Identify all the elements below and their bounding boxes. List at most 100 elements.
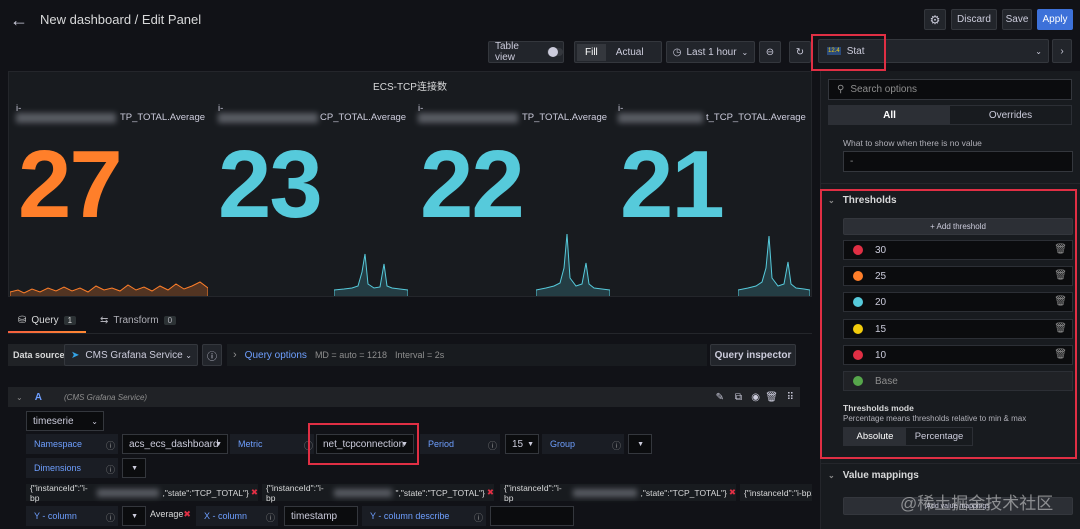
threshold-color-base[interactable]	[853, 376, 863, 386]
tab-transform[interactable]: ⇆ Transform 0	[100, 315, 177, 326]
threshold-row-4[interactable]: 15 🗑	[843, 319, 1073, 339]
apply-button[interactable]: Apply	[1037, 9, 1073, 30]
add-threshold-button[interactable]: + Add threshold	[843, 218, 1073, 235]
back-arrow-icon[interactable]: ←	[10, 10, 28, 30]
ycolumn-help-icon[interactable]: ⓘ	[106, 511, 115, 524]
edit-icon[interactable]: ✎	[716, 392, 724, 403]
zoom-out-icon[interactable]: ⊖	[759, 41, 781, 63]
remove-chip-icon[interactable]: ✖	[487, 487, 494, 498]
chevron-down-icon: ⌄	[1035, 46, 1042, 56]
caret-down-icon: ▼	[527, 440, 534, 448]
xcolumn-help-icon[interactable]: ⓘ	[266, 511, 275, 524]
threshold-color-4[interactable]	[853, 324, 863, 334]
visualization-picker[interactable]: 12.4 Stat ⌄	[818, 39, 1049, 63]
trash-icon[interactable]: 🗑	[1054, 349, 1067, 360]
settings-gear-icon[interactable]: ⚙	[924, 9, 946, 30]
period-value: 15	[512, 438, 524, 450]
time-picker-button[interactable]: ◷ Last 1 hour ⌄	[666, 41, 755, 63]
query-inspector-button[interactable]: Query inspector	[710, 344, 796, 366]
database-icon: ⛁	[18, 315, 27, 326]
query-a-header[interactable]: ⌄ A (CMS Grafana Service) ✎ ⧉ ◉ 🗑 ⠿	[8, 387, 800, 407]
dimension-chip-4[interactable]: {"instanceId":"i-bp1	[740, 484, 812, 501]
threshold-color-3[interactable]	[853, 297, 863, 307]
tab-query[interactable]: ⛁ Query 1	[18, 315, 77, 326]
sparkline-2	[334, 253, 408, 296]
thresholds-header[interactable]: ⌄ Thresholds	[828, 195, 897, 206]
no-value-label: What to show when there is no value	[843, 138, 982, 148]
chip-2-end: ","state":"TCP_TOTAL"}	[395, 487, 485, 498]
tab-all[interactable]: All	[829, 106, 950, 124]
table-view-toggle[interactable]: Table view	[488, 41, 564, 63]
tab-overrides[interactable]: Overrides	[950, 106, 1071, 124]
threshold-row-1[interactable]: 30 🗑	[843, 240, 1073, 260]
eye-icon[interactable]: ◉	[751, 392, 760, 403]
fill-option[interactable]: Fill	[577, 43, 606, 61]
dimensions-select[interactable]: ▼	[122, 458, 146, 478]
trash-icon[interactable]: 🗑	[765, 392, 778, 403]
actual-option[interactable]: Actual	[606, 44, 654, 61]
absolute-option[interactable]: Absolute	[844, 428, 906, 445]
panel-title: ECS-TCP连接数	[373, 82, 447, 93]
group-help-icon[interactable]: ⓘ	[612, 439, 621, 452]
caret-down-icon: ▼	[131, 464, 138, 472]
remove-chip-icon[interactable]: ✖	[183, 509, 191, 519]
dimension-chip-1[interactable]: {"instanceId":"i-bp ,"state":"TCP_TOTAL"…	[26, 483, 258, 503]
threshold-color-5[interactable]	[853, 350, 863, 360]
metric-label: Metric	[230, 434, 314, 454]
chip-3-redacted	[572, 488, 638, 497]
tab-query-count: 1	[63, 316, 77, 325]
metric-value: net_tcpconnection	[323, 438, 405, 450]
group-select[interactable]: ▼	[628, 434, 652, 454]
datasource-help-icon[interactable]: ⓘ	[202, 344, 222, 366]
ycolumn-describe-input[interactable]	[490, 506, 574, 526]
metric-help-icon[interactable]: ⓘ	[304, 439, 313, 452]
table-view-label: Table view	[495, 41, 519, 63]
threshold-color-2[interactable]	[853, 271, 863, 281]
options-collapse-icon[interactable]: ›	[1052, 39, 1072, 63]
threshold-value-2: 25	[875, 270, 887, 282]
remove-chip-icon[interactable]: ✖	[729, 487, 736, 498]
threshold-row-5[interactable]: 10 🗑	[843, 345, 1073, 365]
no-value-input[interactable]: -	[843, 151, 1073, 172]
visualization-label: Stat	[846, 45, 865, 57]
trash-icon[interactable]: 🗑	[1054, 323, 1067, 334]
threshold-row-2[interactable]: 25 🗑	[843, 266, 1073, 286]
dimensions-help-icon[interactable]: ⓘ	[106, 463, 115, 476]
query-options-bar[interactable]: › Query options MD = auto = 1218 Interva…	[227, 344, 707, 366]
trash-icon[interactable]: 🗑	[1054, 296, 1067, 307]
no-value-text: -	[850, 156, 854, 167]
namespace-select[interactable]: acs_ecs_dashboard ▼	[122, 434, 228, 454]
threshold-color-1[interactable]	[853, 245, 863, 255]
threshold-row-3[interactable]: 20 🗑	[843, 292, 1073, 312]
datasource-select[interactable]: ➤ CMS Grafana Service ⌄	[64, 344, 198, 366]
discard-button[interactable]: Discard	[951, 9, 997, 30]
dimension-chip-3[interactable]: {"instanceId":"i-bp ,"state":"TCP_TOTAL"…	[500, 483, 736, 503]
chevron-down-icon: ⌄	[741, 47, 749, 57]
xcolumn-input[interactable]: timestamp	[284, 506, 358, 526]
save-button[interactable]: Save	[1002, 9, 1032, 30]
trash-icon[interactable]: 🗑	[1054, 270, 1067, 281]
duplicate-icon[interactable]: ⧉	[735, 392, 742, 403]
average-chip[interactable]: Average✖	[150, 509, 191, 520]
period-help-icon[interactable]: ⓘ	[488, 439, 497, 452]
thresholds-mode-desc: Percentage means thresholds relative to …	[843, 414, 1027, 423]
drag-handle-icon[interactable]: ⠿	[787, 392, 794, 403]
trash-icon[interactable]: 🗑	[1054, 244, 1067, 255]
namespace-help-icon[interactable]: ⓘ	[106, 439, 115, 452]
datasource-value: CMS Grafana Service	[85, 349, 183, 361]
period-select[interactable]: 15 ▼	[505, 434, 539, 454]
ycolumn-describe-help-icon[interactable]: ⓘ	[474, 511, 483, 524]
namespace-label: Namespace	[26, 434, 118, 454]
query-type-select[interactable]: timeserie ⌄	[26, 411, 104, 431]
toggle-switch[interactable]	[547, 47, 563, 57]
value-mappings-header[interactable]: ⌄ Value mappings	[828, 470, 919, 481]
threshold-row-base[interactable]: Base	[843, 371, 1073, 391]
search-options-input[interactable]: ⚲ Search options	[828, 79, 1072, 100]
percentage-option[interactable]: Percentage	[906, 428, 972, 445]
remove-chip-icon[interactable]: ✖	[251, 487, 258, 498]
dimension-chip-2[interactable]: {"instanceId":"i-bp ","state":"TCP_TOTAL…	[262, 483, 494, 503]
metric-select[interactable]: net_tcpconnection ▼	[316, 434, 414, 454]
refresh-icon[interactable]: ↻	[789, 41, 811, 63]
value-mappings-title: Value mappings	[842, 470, 919, 481]
ycolumn-select[interactable]: ▼	[122, 506, 146, 526]
